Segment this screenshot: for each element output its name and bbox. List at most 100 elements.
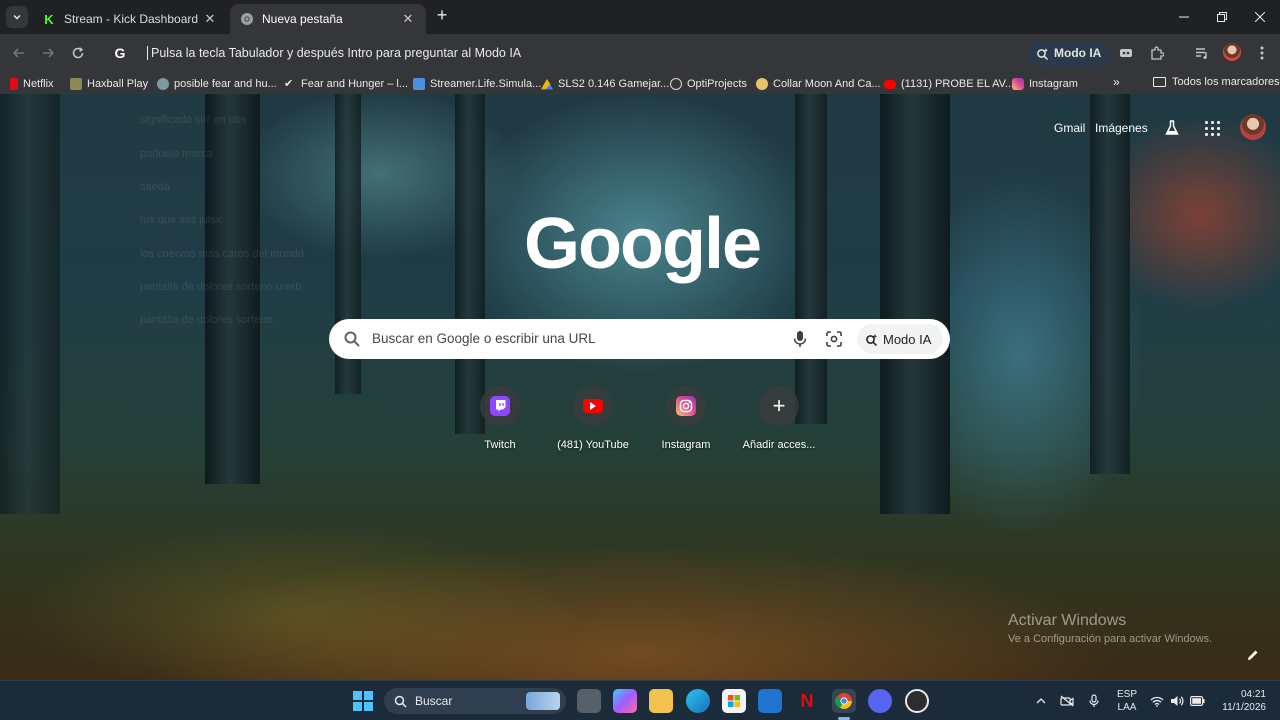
new-tab-button[interactable]: + (433, 6, 451, 25)
watermark-subtitle: Ve a Configuración para activar Windows. (1008, 633, 1213, 645)
tab-kick-dashboard[interactable]: K Stream - Kick Dashboard ✕ (32, 4, 228, 34)
bookmark-netflix[interactable]: Netflix (10, 76, 54, 92)
profile-avatar[interactable] (1223, 43, 1241, 61)
language-code: ESP (1116, 689, 1137, 700)
minimize-icon (1179, 16, 1189, 18)
bookmark-fear-and-hunger[interactable]: ✔ Fear and Hunger – l... (284, 76, 408, 92)
microphone-icon[interactable] (792, 330, 808, 348)
bookmark-collar-moon[interactable]: Collar Moon And Ca... (756, 76, 881, 92)
taskbar-search-label: Buscar (415, 694, 453, 708)
text-cursor (147, 46, 148, 60)
shortcut-tile (666, 386, 706, 426)
bookmark-fear-and-hunger-search[interactable]: posible fear and hu... (157, 76, 277, 92)
shortcut-label: (481) YouTube (557, 439, 629, 451)
account-avatar[interactable] (1240, 114, 1266, 140)
folder-icon (1153, 77, 1166, 87)
bookmark-optiprojects[interactable]: OptiProjects (670, 76, 747, 92)
more-bookmarks-chevron-icon[interactable]: » (1113, 75, 1120, 89)
all-bookmarks-label: Todos los marcadores (1172, 76, 1280, 88)
close-tab-icon[interactable]: ✕ (202, 11, 218, 27)
keyboard-layout: LAA (1117, 702, 1137, 713)
drive-icon (541, 78, 553, 90)
kick-icon: K (44, 11, 54, 27)
microphone-tray-icon[interactable] (1085, 681, 1103, 720)
google-apps-icon[interactable] (1202, 118, 1222, 138)
reload-button[interactable] (67, 42, 89, 64)
google-lens-icon[interactable] (825, 330, 843, 348)
haxball-icon (70, 78, 82, 90)
search-icon (344, 331, 360, 347)
google-icon: G (114, 45, 126, 61)
globe-icon (157, 78, 169, 90)
copilot-icon[interactable] (613, 689, 637, 713)
customize-pencil-icon[interactable] (1244, 646, 1262, 664)
windows-start-icon[interactable] (353, 691, 373, 711)
taskbar-clock[interactable]: 04:21 11/1/2026 (1216, 688, 1266, 714)
chrome-taskbar-icon[interactable] (832, 689, 856, 713)
input-language-indicator[interactable]: ESP LAA (1115, 688, 1139, 714)
edge-icon[interactable] (686, 689, 710, 713)
background-tree (0, 94, 60, 514)
bookmark-label: Collar Moon And Ca... (773, 78, 881, 90)
shortcut-tile (573, 386, 613, 426)
microsoft-store-icon[interactable] (722, 689, 746, 713)
bookmark-haxball[interactable]: Haxball Play (70, 76, 148, 92)
all-bookmarks-button[interactable]: Todos los marcadores (1153, 76, 1280, 88)
browser-toolbar: G Pulsa la tecla Tabulador y después Int… (0, 34, 1280, 72)
shortcut-twitch[interactable]: Twitch (455, 386, 545, 451)
labs-flask-icon[interactable] (1162, 118, 1182, 138)
moon-icon (756, 78, 768, 90)
media-controls-icon[interactable] (1193, 44, 1211, 62)
discord-icon[interactable] (868, 689, 892, 713)
shortcut-add[interactable]: + Añadir acces... (734, 386, 824, 451)
netflix-icon[interactable]: N (795, 689, 819, 713)
windows-activation-watermark: Activar Windows Ve a Configuración para … (1008, 612, 1212, 645)
bookmark-label: Instagram (1029, 78, 1078, 90)
taskbar-search[interactable]: Buscar (384, 688, 566, 714)
ai-mode-button[interactable]: Modo IA (857, 324, 944, 354)
extensions-icon[interactable] (1148, 44, 1166, 62)
close-tab-icon[interactable]: ✕ (400, 11, 416, 27)
file-explorer-icon[interactable] (649, 689, 673, 713)
mail-icon[interactable] (758, 689, 782, 713)
youtube-icon (884, 79, 896, 89)
images-link[interactable]: Imágenes (1095, 121, 1148, 135)
menu-kebab-icon[interactable] (1253, 44, 1271, 62)
opti-icon (670, 78, 682, 90)
ghost-history-item: pantalla de dolores sorteno urerb (140, 281, 302, 293)
ntp-search-box[interactable]: Buscar en Google o escribir una URL Modo… (329, 319, 950, 359)
shortcut-instagram[interactable]: Instagram (641, 386, 731, 451)
ai-mode-chip[interactable]: Modo IA (1026, 41, 1112, 65)
back-button[interactable] (8, 42, 30, 64)
camera-off-icon[interactable] (1058, 681, 1076, 720)
bookmark-label: Haxball Play (87, 78, 149, 90)
shortcut-youtube[interactable]: (481) YouTube (548, 386, 638, 451)
restore-button[interactable] (1202, 0, 1242, 34)
twitch-icon (490, 396, 510, 416)
background-tree (455, 94, 485, 434)
tray-overflow-chevron-icon[interactable] (1032, 681, 1050, 720)
minimize-button[interactable] (1164, 0, 1204, 34)
bookmark-youtube-video[interactable]: (1131) PROBE EL AV... (884, 76, 1014, 92)
close-window-button[interactable] (1240, 0, 1280, 34)
translate-extension-icon[interactable] (1117, 44, 1135, 62)
background-tree (880, 94, 950, 514)
bookmark-label: Netflix (23, 78, 54, 90)
gmail-link[interactable]: Gmail (1054, 121, 1085, 135)
wifi-icon[interactable] (1148, 681, 1166, 720)
background-tree (1090, 94, 1130, 474)
forward-button[interactable] (37, 42, 59, 64)
ghost-history-item: tus que ses julsic (140, 214, 224, 226)
volume-icon[interactable] (1168, 681, 1186, 720)
obs-icon[interactable] (905, 689, 929, 713)
bookmark-streamer-life[interactable]: Streamer.Life.Simula... (413, 76, 541, 92)
tab-search-button[interactable] (6, 6, 28, 28)
address-bar[interactable]: G Pulsa la tecla Tabulador y después Int… (104, 39, 1104, 67)
bookmark-instagram[interactable]: Instagram (1012, 76, 1078, 92)
bookmark-label: (1131) PROBE EL AV... (901, 78, 1015, 90)
battery-icon[interactable] (1188, 681, 1206, 720)
task-view-icon[interactable] (577, 689, 601, 713)
tab-new-tab[interactable]: Nueva pestaña ✕ (230, 4, 426, 34)
bookmark-sls2[interactable]: SLS2 0.146 Gamejar... (541, 76, 669, 92)
ghost-history-item: significado sirr en obs (140, 114, 247, 126)
